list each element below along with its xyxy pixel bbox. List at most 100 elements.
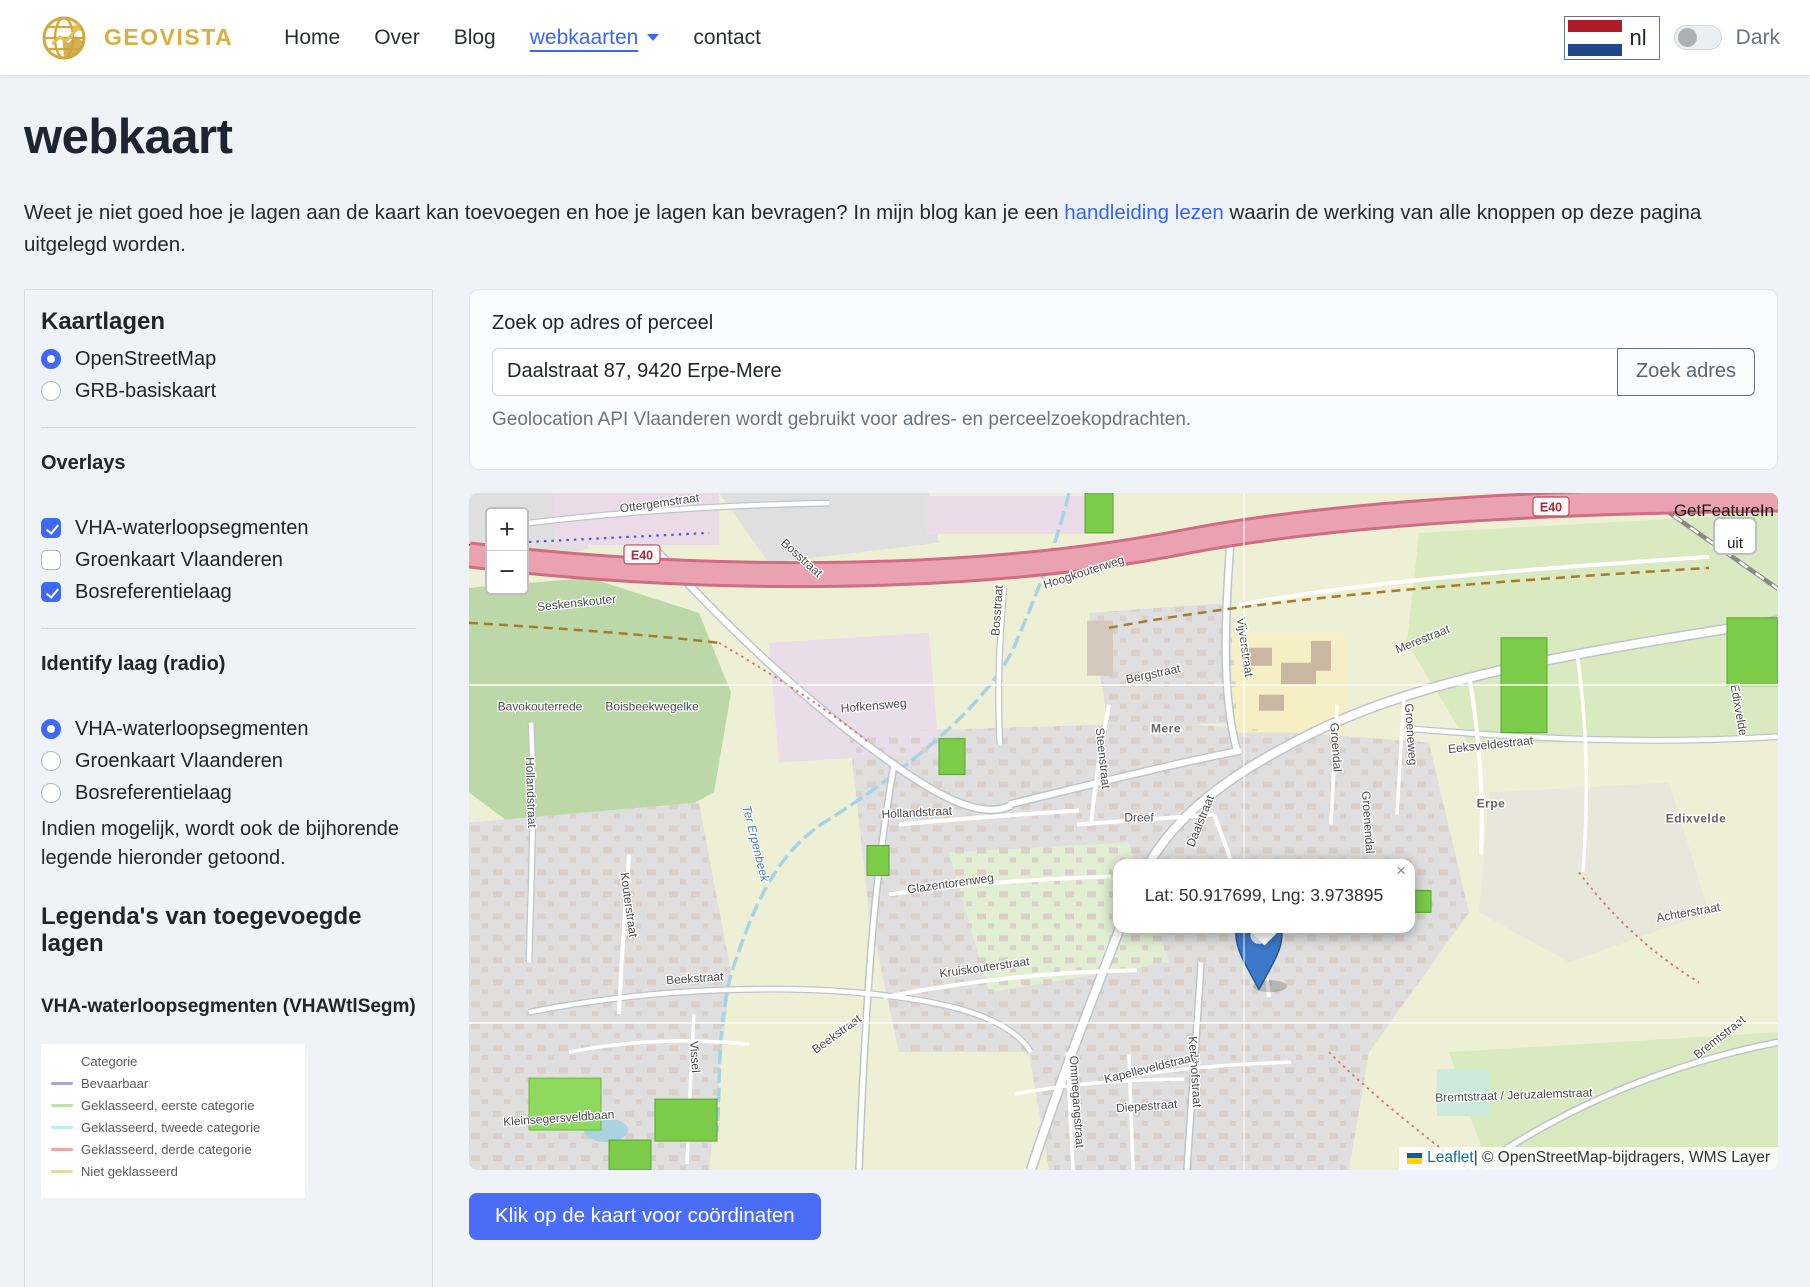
map-attribution: Leaflet | © OpenStreetMap-bijdragers, WM… — [1399, 1147, 1778, 1170]
legend-color-line — [51, 1170, 73, 1173]
popup-text: Lat: 50.917699, Lng: 3.973895 — [1145, 885, 1383, 906]
option-label: VHA-waterloopsegmenten — [75, 718, 308, 741]
radio-grb-basiskaart[interactable]: GRB-basiskaart — [41, 380, 416, 403]
check-control[interactable] — [41, 582, 61, 602]
radio-control[interactable] — [41, 349, 61, 369]
brand[interactable]: GEOVISTA — [38, 12, 233, 64]
motorway-shield: E40 — [624, 544, 660, 563]
handleiding-link[interactable]: handleiding lezen — [1064, 201, 1224, 224]
nav-link: Over — [374, 26, 420, 50]
overlays-heading: Overlays — [41, 452, 416, 475]
legend-image: Categorie Bevaarbaar Geklasseerd, eerste … — [41, 1044, 305, 1198]
nav-link: Home — [284, 26, 340, 50]
legend-items: Bevaarbaar Geklasseerd, eerste categorie G… — [51, 1076, 297, 1179]
radio-groenkaart-vlaanderen[interactable]: Groenkaart Vlaanderen — [41, 750, 416, 773]
coords-button[interactable]: Klik op de kaart voor coördinaten — [469, 1193, 821, 1240]
tile-seam — [469, 1022, 1778, 1024]
coordinates-popup: Lat: 50.917699, Lng: 3.973895 × — [1113, 859, 1415, 933]
geovista-logo-icon — [38, 12, 90, 64]
map[interactable]: E40E40 OttergemstraatBosstraatSeskenskou… — [469, 493, 1778, 1170]
radio-control[interactable] — [41, 381, 61, 401]
page-title: webkaart — [24, 109, 1786, 165]
attribution-text: | © OpenStreetMap-bijdragers, WMS Layer — [1474, 1149, 1770, 1167]
identify-heading: Identify laag (radio) — [41, 653, 416, 676]
legend-item: Niet geklasseerd — [51, 1164, 297, 1179]
map-label: Mere — [1151, 721, 1181, 735]
check-bosreferentielaag[interactable]: Bosreferentielaag — [41, 581, 416, 604]
option-label: VHA-waterloopsegmenten — [75, 517, 308, 540]
search-card: Zoek op adres of perceel Zoek adres Geol… — [469, 289, 1778, 470]
map-label: Boisbeekwegelke — [605, 699, 699, 713]
tile-seam — [1243, 493, 1245, 1170]
brand-text: GEOVISTA — [104, 24, 233, 51]
getfeatureinfo-state: uit — [1715, 535, 1755, 552]
legend-label: Geklasseerd, eerste categorie — [81, 1098, 254, 1113]
intro-before: Weet je niet goed hoe je lagen aan de ka… — [24, 201, 1064, 224]
zoom-in-button[interactable]: + — [487, 509, 527, 551]
navbar-right: nl Dark — [1564, 16, 1780, 60]
intro-text: Weet je niet goed hoe je lagen aan de ka… — [24, 197, 1786, 261]
radio-control[interactable] — [41, 783, 61, 803]
nav-link: Blog — [454, 26, 496, 50]
toggle-knob — [1678, 28, 1697, 47]
dropdown-caret-icon — [647, 34, 659, 41]
dark-mode-label: Dark — [1736, 26, 1780, 50]
nav-link: contact — [693, 26, 761, 50]
legend-label: Geklasseerd, tweede categorie — [81, 1120, 260, 1135]
search-input-group: Zoek adres — [492, 348, 1755, 396]
svg-text:E40: E40 — [631, 548, 653, 562]
radio-bosreferentielaag[interactable]: Bosreferentielaag — [41, 782, 416, 805]
legend-label: Bevaarbaar — [81, 1076, 148, 1091]
map-label: Bavokouterrede — [498, 699, 583, 713]
radio-openstreetmap[interactable]: OpenStreetMap — [41, 348, 416, 371]
option-label: Groenkaart Vlaanderen — [75, 750, 283, 773]
zoom-out-button[interactable]: − — [487, 551, 527, 593]
map-label: Edixvelde — [1666, 811, 1726, 825]
motorway-shield: E40 — [1533, 497, 1569, 516]
check-control[interactable] — [41, 518, 61, 538]
legend-header: Categorie — [81, 1054, 297, 1069]
legend-layer-title: VHA-waterloopsegmenten (VHAWtlSegm) — [41, 994, 416, 1021]
divider — [41, 427, 416, 428]
leaflet-link[interactable]: Leaflet — [1427, 1149, 1474, 1167]
nav-item-webkaarten[interactable]: webkaarten — [530, 26, 660, 50]
radio-vha-waterloopsegmenten[interactable]: VHA-waterloopsegmenten — [41, 718, 416, 741]
dark-mode-toggle[interactable] — [1674, 25, 1722, 50]
address-input[interactable] — [492, 348, 1617, 396]
map-canvas: E40E40 OttergemstraatBosstraatSeskenskou… — [469, 493, 1778, 1170]
zoek-adres-button[interactable]: Zoek adres — [1617, 348, 1755, 396]
search-help-text: Geolocation API Vlaanderen wordt gebruik… — [492, 409, 1755, 431]
check-groenkaart-vlaanderen[interactable]: Groenkaart Vlaanderen — [41, 549, 416, 572]
main-column: Zoek op adres of perceel Zoek adres Geol… — [469, 289, 1778, 1240]
option-label: Groenkaart Vlaanderen — [75, 549, 283, 572]
radio-control[interactable] — [41, 751, 61, 771]
page: webkaart Weet je niet goed hoe je lagen … — [0, 109, 1810, 1287]
option-label: Bosreferentielaag — [75, 581, 232, 604]
language-code: nl — [1622, 25, 1659, 51]
map-zoom-control: + − — [485, 507, 529, 595]
divider — [41, 628, 416, 629]
legend-color-line — [51, 1082, 73, 1085]
nav-item-home[interactable]: Home — [284, 26, 340, 50]
popup-close-icon[interactable]: × — [1396, 862, 1406, 879]
check-control[interactable] — [41, 550, 61, 570]
check-vha-waterloopsegmenten[interactable]: VHA-waterloopsegmenten — [41, 517, 416, 540]
legends-heading: Legenda's van toegevoegde lagen — [41, 903, 416, 958]
option-label: OpenStreetMap — [75, 348, 216, 371]
nav-link: webkaarten — [530, 26, 639, 50]
nav-item-over[interactable]: Over — [374, 26, 420, 50]
nav-item-blog[interactable]: Blog — [454, 26, 496, 50]
option-label: Bosreferentielaag — [75, 782, 232, 805]
getfeatureinfo-toggle[interactable]: uit — [1713, 517, 1757, 555]
language-selector[interactable]: nl — [1564, 16, 1660, 60]
legend-label: Geklasseerd, derde categorie — [81, 1142, 252, 1157]
radio-control[interactable] — [41, 719, 61, 739]
navbar: GEOVISTA Home Over Blog webkaarten contact n… — [0, 0, 1810, 75]
legend-item: Geklasseerd, derde categorie — [51, 1142, 297, 1157]
nav-item-contact[interactable]: contact — [693, 26, 761, 50]
svg-text:E40: E40 — [1540, 500, 1562, 514]
legend-color-line — [51, 1126, 73, 1129]
nav-menu: Home Over Blog webkaarten contact — [267, 26, 778, 50]
ukraine-flag-icon — [1407, 1153, 1422, 1164]
tile-seam — [469, 684, 1778, 686]
